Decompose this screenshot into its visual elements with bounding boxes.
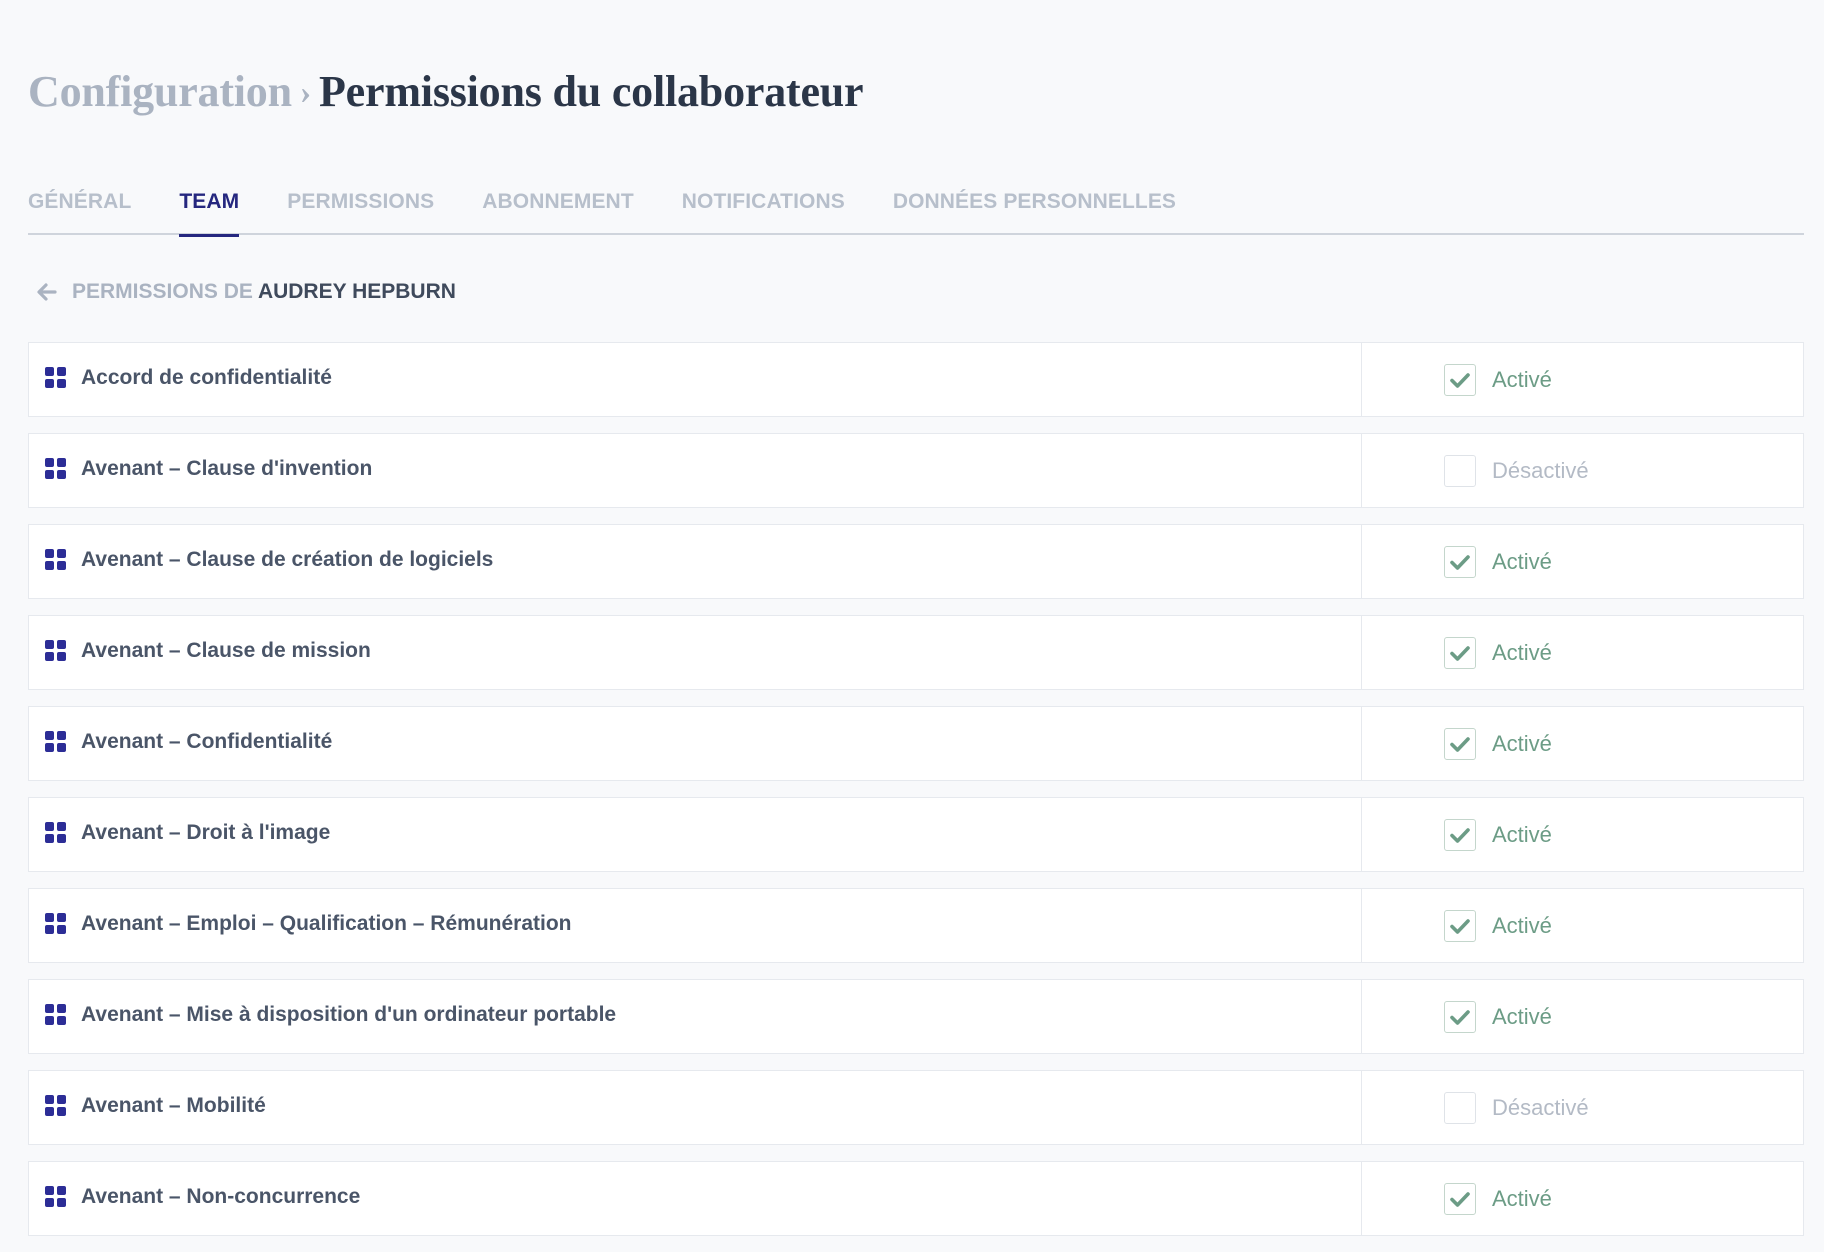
permission-row: Avenant – Emploi – Qualification – Rémun… bbox=[28, 888, 1804, 963]
permission-name-cell: Accord de confidentialité bbox=[29, 343, 1362, 416]
breadcrumb-root[interactable]: Configuration bbox=[28, 67, 292, 116]
permission-checkbox[interactable] bbox=[1444, 363, 1476, 396]
permission-checkbox[interactable] bbox=[1444, 1091, 1476, 1124]
permission-status-label: Activé bbox=[1492, 730, 1552, 756]
permission-label: Avenant – Droit à l'image bbox=[81, 820, 331, 844]
permission-row: Avenant – Droit à l'image Activé bbox=[28, 797, 1804, 872]
grid-icon bbox=[45, 458, 66, 479]
permission-name-cell: Avenant – Non-concurrence bbox=[29, 1162, 1362, 1235]
permission-checkbox[interactable] bbox=[1444, 1000, 1476, 1033]
permission-toggle[interactable]: Activé bbox=[1362, 525, 1803, 598]
permission-toggle[interactable]: Désactivé bbox=[1362, 1071, 1803, 1144]
permission-name-cell: Avenant – Clause de mission bbox=[29, 616, 1362, 689]
permission-name-cell: Avenant – Clause de création de logiciel… bbox=[29, 525, 1362, 598]
permission-row: Avenant – Non-concurrence Activé bbox=[28, 1161, 1804, 1236]
check-icon bbox=[1450, 1191, 1470, 1207]
permission-name-cell: Avenant – Droit à l'image bbox=[29, 798, 1362, 871]
tab-permissions[interactable]: PERMISSIONS bbox=[287, 190, 434, 235]
permission-label: Avenant – Emploi – Qualification – Rémun… bbox=[81, 911, 572, 935]
permission-label: Avenant – Confidentialité bbox=[81, 729, 333, 753]
check-icon bbox=[1450, 736, 1470, 752]
permission-label: Avenant – Mise à disposition d'un ordina… bbox=[81, 1002, 617, 1026]
permission-status-label: Activé bbox=[1492, 366, 1552, 392]
permission-name-cell: Avenant – Mise à disposition d'un ordina… bbox=[29, 980, 1362, 1053]
permission-row: Avenant – Clause de mission Activé bbox=[28, 615, 1804, 690]
permission-label: Avenant – Clause d'invention bbox=[81, 456, 373, 480]
permission-status-label: Désactivé bbox=[1492, 457, 1589, 483]
page-title: Configuration › Permissions du collaborate… bbox=[28, 66, 864, 117]
permission-status-label: Activé bbox=[1492, 1185, 1552, 1211]
tab-donnees-personnelles[interactable]: DONNÉES PERSONNELLES bbox=[893, 190, 1176, 235]
check-icon bbox=[1450, 918, 1470, 934]
permission-name-cell: Avenant – Clause d'invention bbox=[29, 434, 1362, 507]
grid-icon bbox=[45, 822, 66, 843]
permission-label: Avenant – Clause de création de logiciel… bbox=[81, 547, 494, 571]
permission-row: Avenant – Mobilité Désactivé bbox=[28, 1070, 1804, 1145]
permission-toggle[interactable]: Activé bbox=[1362, 798, 1803, 871]
tab-bar: GÉNÉRAL TEAM PERMISSIONS ABONNEMENT NOTI… bbox=[28, 190, 1804, 237]
permission-label: Avenant – Mobilité bbox=[81, 1093, 266, 1117]
tab-notifications[interactable]: NOTIFICATIONS bbox=[682, 190, 845, 235]
permissions-list: Accord de confidentialité Activé Avenant –… bbox=[28, 342, 1804, 1252]
check-icon bbox=[1450, 645, 1470, 661]
permission-toggle[interactable]: Activé bbox=[1362, 616, 1803, 689]
permission-checkbox[interactable] bbox=[1444, 636, 1476, 669]
check-icon bbox=[1450, 827, 1470, 843]
permission-toggle[interactable]: Activé bbox=[1362, 1162, 1803, 1235]
permission-status-label: Activé bbox=[1492, 639, 1552, 665]
permission-status-label: Activé bbox=[1492, 912, 1552, 938]
permissions-page: Configuration › Permissions du collaborate… bbox=[0, 0, 1824, 1252]
permission-checkbox[interactable] bbox=[1444, 454, 1476, 487]
permission-toggle[interactable]: Activé bbox=[1362, 343, 1803, 416]
grid-icon bbox=[45, 640, 66, 661]
permission-label: Avenant – Non-concurrence bbox=[81, 1184, 361, 1208]
permission-status-label: Activé bbox=[1492, 1003, 1552, 1029]
grid-icon bbox=[45, 731, 66, 752]
tab-abonnement[interactable]: ABONNEMENT bbox=[482, 190, 634, 235]
grid-icon bbox=[45, 913, 66, 934]
permission-status-label: Désactivé bbox=[1492, 1094, 1589, 1120]
check-icon bbox=[1450, 372, 1470, 388]
permission-row: Accord de confidentialité Activé bbox=[28, 342, 1804, 417]
permission-checkbox[interactable] bbox=[1444, 545, 1476, 578]
arrow-left-icon[interactable] bbox=[36, 281, 58, 303]
permission-row: Avenant – Confidentialité Activé bbox=[28, 706, 1804, 781]
section-header: PERMISSIONS DE AUDREY HEPBURN bbox=[36, 280, 456, 304]
breadcrumb-current: Permissions du collaborateur bbox=[319, 67, 864, 116]
grid-icon bbox=[45, 549, 66, 570]
permission-checkbox[interactable] bbox=[1444, 727, 1476, 760]
permission-toggle[interactable]: Activé bbox=[1362, 707, 1803, 780]
permission-name-cell: Avenant – Mobilité bbox=[29, 1071, 1362, 1144]
permission-row: Avenant – Mise à disposition d'un ordina… bbox=[28, 979, 1804, 1054]
section-header-person: AUDREY HEPBURN bbox=[257, 280, 456, 303]
permission-toggle[interactable]: Désactivé bbox=[1362, 434, 1803, 507]
permission-name-cell: Avenant – Emploi – Qualification – Rémun… bbox=[29, 889, 1362, 962]
breadcrumb-separator: › bbox=[299, 74, 311, 111]
permission-status-label: Activé bbox=[1492, 821, 1552, 847]
permission-label: Accord de confidentialité bbox=[81, 365, 332, 389]
permission-status-label: Activé bbox=[1492, 548, 1552, 574]
permission-name-cell: Avenant – Confidentialité bbox=[29, 707, 1362, 780]
check-icon bbox=[1450, 554, 1470, 570]
check-icon bbox=[1450, 1009, 1470, 1025]
grid-icon bbox=[45, 1004, 66, 1025]
section-header-prefix: PERMISSIONS DE bbox=[72, 280, 253, 303]
permission-checkbox[interactable] bbox=[1444, 818, 1476, 851]
permission-checkbox[interactable] bbox=[1444, 909, 1476, 942]
tab-general[interactable]: GÉNÉRAL bbox=[28, 190, 131, 235]
permission-toggle[interactable]: Activé bbox=[1362, 980, 1803, 1053]
grid-icon bbox=[45, 1186, 66, 1207]
grid-icon bbox=[45, 367, 66, 388]
permission-row: Avenant – Clause d'invention Désactivé bbox=[28, 433, 1804, 508]
permission-toggle[interactable]: Activé bbox=[1362, 889, 1803, 962]
permission-checkbox[interactable] bbox=[1444, 1182, 1476, 1215]
grid-icon bbox=[45, 1095, 66, 1116]
permission-row: Avenant – Clause de création de logiciel… bbox=[28, 524, 1804, 599]
tab-team[interactable]: TEAM bbox=[179, 190, 240, 237]
permission-label: Avenant – Clause de mission bbox=[81, 638, 371, 662]
